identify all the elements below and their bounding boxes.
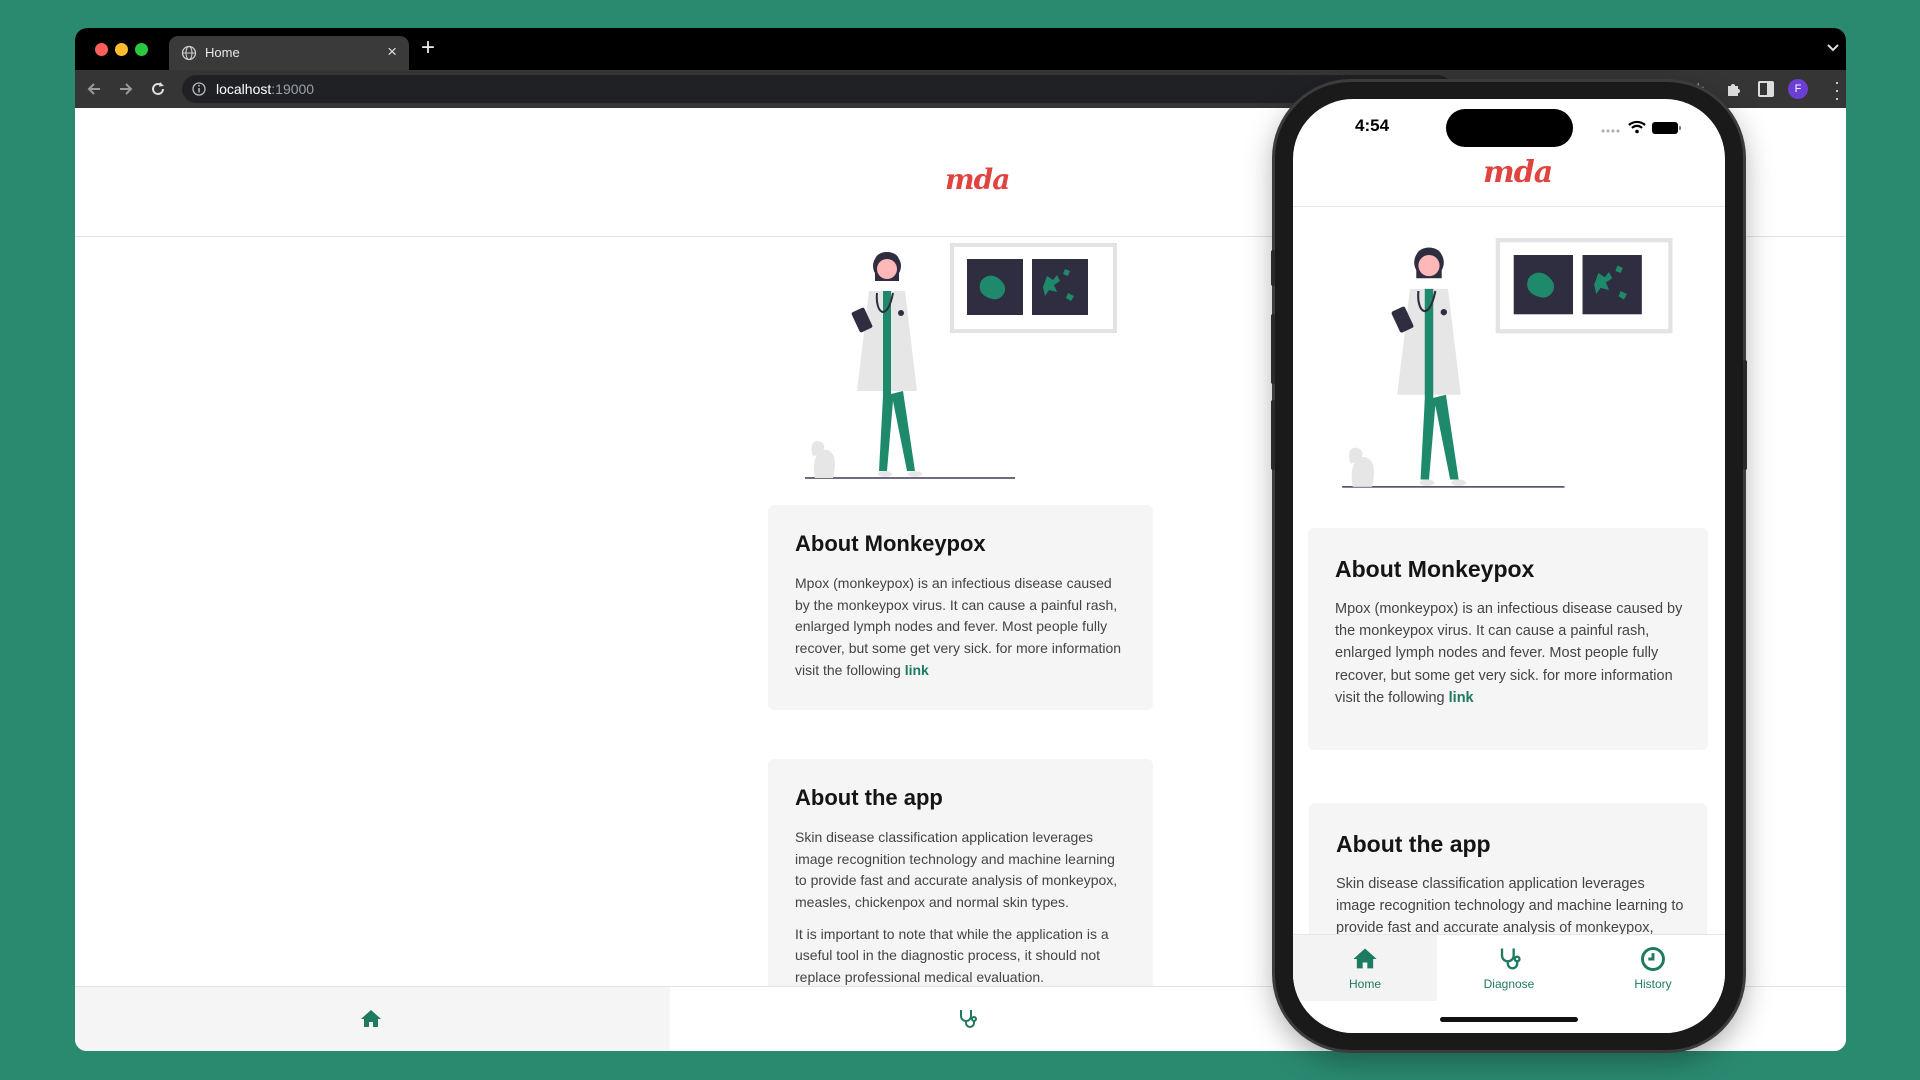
url-input[interactable]: localhost:19000 [182,75,1452,103]
card-title: About Monkeypox [1335,556,1535,582]
tab-home[interactable]: Home × [169,36,409,70]
tab-label: History [1634,977,1672,991]
tab-label: Diagnose [1483,977,1535,991]
tab-bar: Home × + [75,28,1846,70]
about-app-card: About the app Skin disease classificatio… [768,759,1153,999]
power-button [1743,360,1747,470]
home-indicator[interactable] [1440,1017,1578,1022]
side-panel-icon[interactable] [1758,81,1774,97]
reload-icon[interactable] [149,80,167,98]
tab-diagnose[interactable]: Diagnose [1437,935,1581,1001]
clock-icon [1641,947,1665,971]
card-title: About Monkeypox [795,531,986,556]
tab-home[interactable]: Home [1293,935,1437,1001]
close-window-button[interactable] [95,43,108,56]
tab-history[interactable]: History [1581,935,1725,1001]
card-title: About the app [795,785,943,810]
volume-up-button [1271,314,1275,384]
back-arrow-icon[interactable] [85,80,103,98]
signal-icon [1601,129,1620,133]
info-link[interactable]: link [1449,690,1474,706]
battery-icon [1652,122,1681,134]
header-divider [1293,206,1725,207]
doctor-illustration [805,243,1117,479]
volume-down-button [1271,400,1275,470]
maximize-window-button[interactable] [135,43,148,56]
info-link[interactable]: link [905,662,929,678]
stethoscope-icon[interactable] [955,1007,979,1031]
app-logo: mda [945,163,1010,196]
about-monkeypox-card: About Monkeypox Mpox (monkeypox) is an i… [1308,528,1708,750]
phone-simulator: 4:54 mda About Monkeypox Mpox (monkeypox… [1271,82,1747,1050]
app-logo: mda [1483,155,1553,190]
tab-label: Home [1348,977,1381,991]
new-tab-button[interactable]: + [421,34,435,62]
about-monkeypox-card: About Monkeypox Mpox (monkeypox) is an i… [768,505,1153,710]
status-time: 4:54 [1355,116,1390,135]
forward-arrow-icon[interactable] [117,80,135,98]
url-text: localhost:19000 [216,81,315,97]
minimize-window-button[interactable] [115,43,128,56]
chevron-down-icon[interactable] [1826,40,1840,54]
globe-icon [181,45,197,61]
dynamic-island [1446,109,1573,147]
home-icon[interactable] [359,1007,383,1031]
mute-switch [1271,250,1275,286]
home-icon [1353,948,1377,969]
card-title: About the app [1336,831,1491,857]
close-tab-icon[interactable]: × [387,42,397,62]
card-body: Mpox (monkeypox) is an infectious diseas… [1335,601,1683,706]
wifi-icon [1628,120,1646,129]
doctor-illustration [1342,238,1673,488]
profile-avatar[interactable]: F [1788,79,1808,99]
card-note: It is important to note that while the a… [795,925,1109,986]
stethoscope-icon [1500,948,1521,970]
card-body: Mpox (monkeypox) is an infectious diseas… [795,575,1122,678]
extensions-puzzle-icon[interactable] [1725,80,1743,98]
card-body: Skin disease classification application … [795,829,1118,911]
phone-screen: 4:54 mda About Monkeypox Mpox (monkeypox… [1293,99,1725,1033]
more-menu-icon[interactable]: · · · [1834,73,1840,107]
info-icon[interactable] [192,82,206,96]
status-icons [1601,120,1681,134]
tab-title: Home [205,45,240,60]
